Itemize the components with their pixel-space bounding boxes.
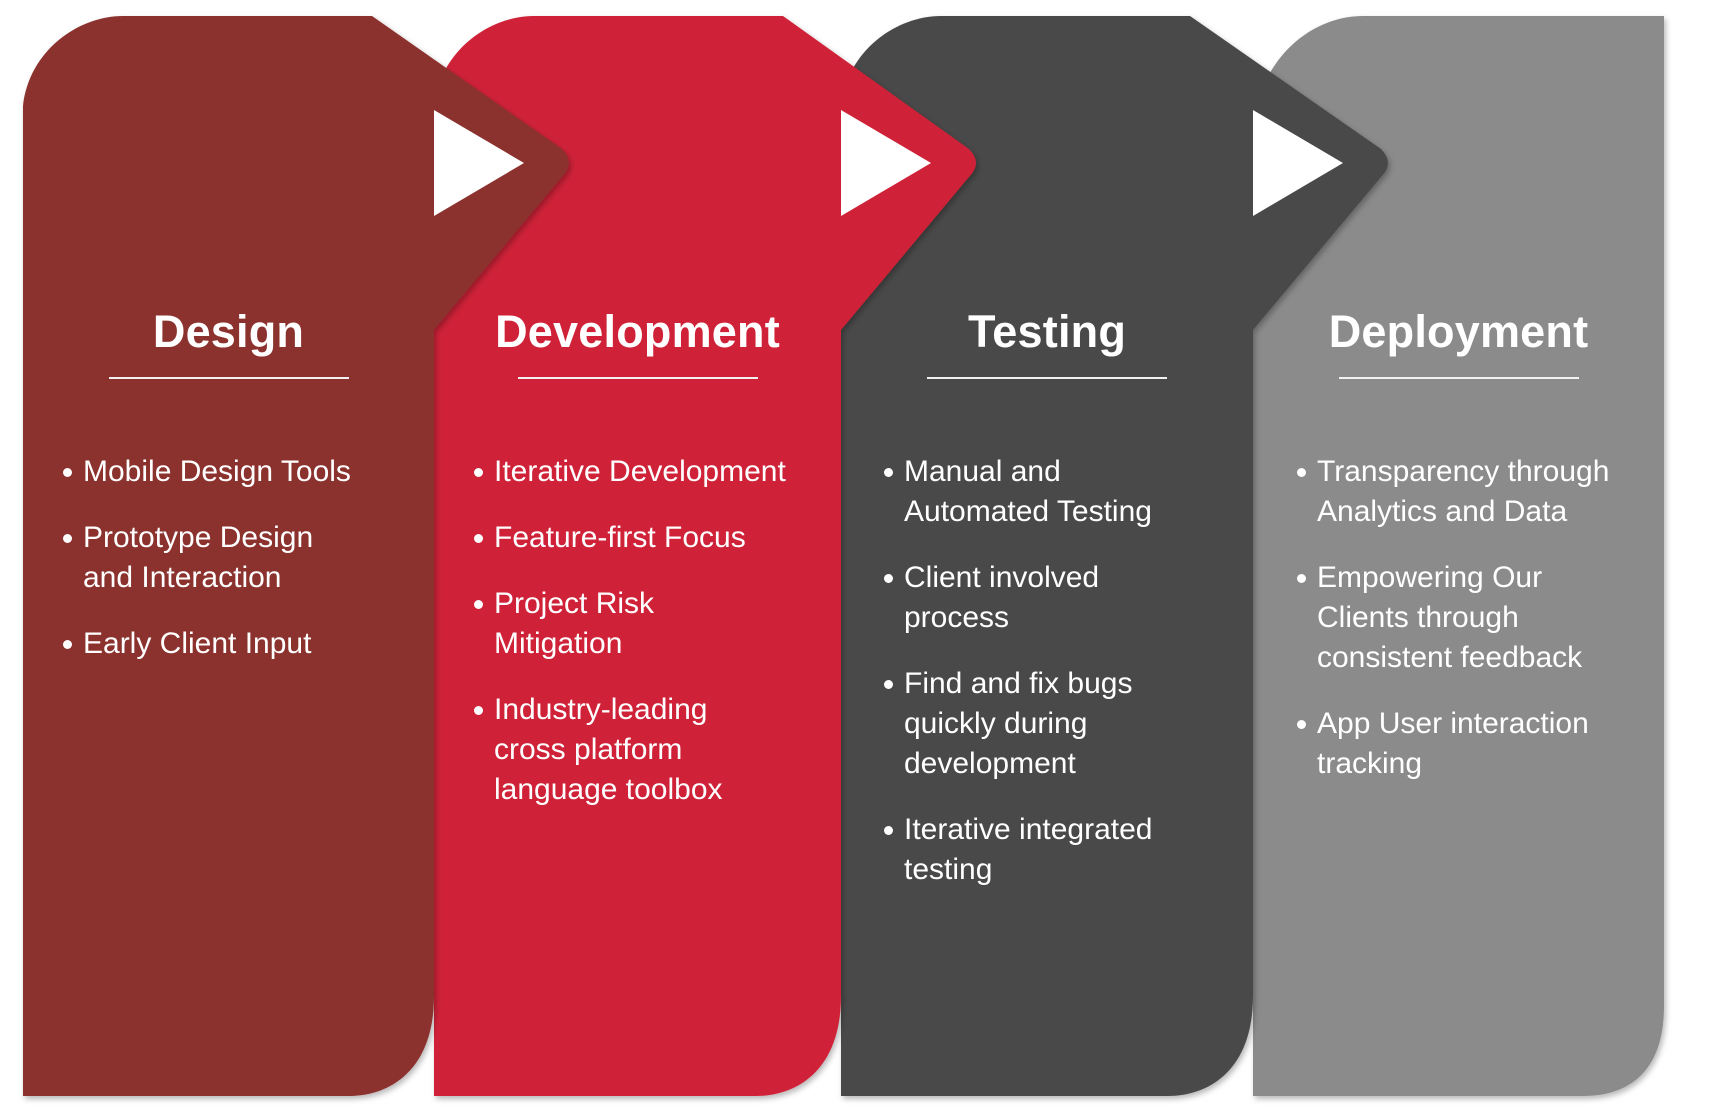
- bullet-text-line: Transparency through: [1317, 455, 1610, 488]
- title-underline: [1338, 377, 1579, 379]
- bullet-text-line: Empowering Our: [1317, 561, 1543, 594]
- bullet-item: App User interaction tracking: [1297, 704, 1609, 784]
- bullet-text-line: Prototype Design: [83, 521, 314, 554]
- bullet-dot-icon: [1297, 468, 1306, 477]
- stage-title: Design: [152, 306, 305, 357]
- stage-column-design: Design Mobile Design Tools Prototype Desig…: [23, 0, 434, 1112]
- stage-column-testing: Testing Manual and Automated Testing Client…: [841, 0, 1253, 1112]
- bullet-dot-icon: [63, 534, 72, 543]
- stage-title: Deployment: [1328, 306, 1589, 357]
- stage-column-deployment: Deployment Transparency through Analytics …: [1253, 0, 1664, 1112]
- bullet-text-line: cross platform: [494, 733, 683, 766]
- bullet-item: Mobile Design Tools: [63, 452, 351, 492]
- bullet-text-line: Find and fix bugs: [904, 667, 1133, 700]
- bullet-text-line: Iterative Development: [494, 455, 786, 488]
- bullet-text-line: consistent feedback: [1317, 641, 1583, 674]
- bullet-item: Iterative Development: [474, 452, 786, 492]
- title-underline: [927, 377, 1167, 379]
- bullet-text-line: development: [904, 747, 1076, 780]
- bullet-dot-icon: [63, 468, 72, 477]
- bullet-text-line: Clients through: [1317, 601, 1519, 634]
- bullet-text-line: Project Risk: [494, 587, 655, 620]
- stage-bullet-list: Mobile Design Tools Prototype Design and I…: [63, 452, 351, 690]
- bullet-text-line: quickly during: [904, 707, 1088, 740]
- bullet-dot-icon: [1297, 720, 1306, 729]
- bullet-text-line: Mitigation: [494, 627, 623, 660]
- bullet-dot-icon: [474, 534, 483, 543]
- bullet-dot-icon: [1297, 574, 1306, 583]
- bullet-text-line: process: [904, 601, 1010, 634]
- bullet-text-line: Early Client Input: [83, 627, 312, 660]
- title-underline: [517, 377, 758, 379]
- bullet-text-line: Automated Testing: [904, 495, 1152, 528]
- bullet-dot-icon: [884, 468, 893, 477]
- bullet-text-line: Feature-first Focus: [494, 521, 746, 554]
- bullet-item: Client involved process: [884, 558, 1152, 638]
- bullet-text-line: language toolbox: [494, 773, 723, 806]
- bullet-item: Transparency through Analytics and Data: [1297, 452, 1609, 532]
- bullet-item: Early Client Input: [63, 624, 351, 664]
- bullet-item: Manual and Automated Testing: [884, 452, 1152, 532]
- bullet-text-line: Analytics and Data: [1317, 495, 1568, 528]
- stage-title: Testing: [967, 306, 1127, 357]
- bullet-text-line: Industry-leading: [494, 693, 708, 726]
- bullet-text-line: testing: [904, 853, 993, 886]
- bullet-dot-icon: [474, 468, 483, 477]
- bullet-item: Iterative integrated testing: [884, 810, 1152, 890]
- bullet-dot-icon: [63, 640, 72, 649]
- bullet-text-line: Mobile Design Tools: [83, 455, 351, 488]
- bullet-item: Empowering Our Clients through consistent …: [1297, 558, 1609, 678]
- stage-bullet-list: Manual and Automated Testing Client involv…: [884, 452, 1152, 916]
- bullet-text-line: Manual and: [904, 455, 1061, 488]
- bullet-item: Prototype Design and Interaction: [63, 518, 351, 598]
- bullet-text-line: App User interaction: [1317, 707, 1589, 740]
- bullet-dot-icon: [474, 600, 483, 609]
- bullet-item: Industry-leading cross platform language t…: [474, 690, 786, 810]
- bullet-text-line: and Interaction: [83, 561, 282, 594]
- bullet-dot-icon: [474, 706, 483, 715]
- title-underline: [108, 377, 349, 379]
- stage-column-development: Development Iterative Development Feature-…: [434, 0, 841, 1112]
- bullet-text-line: Client involved: [904, 561, 1100, 594]
- bullet-text-line: tracking: [1317, 747, 1423, 780]
- stage-title: Development: [495, 306, 780, 357]
- bullet-item: Find and fix bugs quickly during developme…: [884, 664, 1152, 784]
- stage-bullet-list: Iterative Development Feature-first Focus…: [474, 452, 786, 836]
- bullet-dot-icon: [884, 826, 893, 835]
- stage-bullet-list: Transparency through Analytics and Data Em…: [1297, 452, 1609, 810]
- bullet-item: Feature-first Focus: [474, 518, 786, 558]
- bullet-dot-icon: [884, 680, 893, 689]
- bullet-dot-icon: [884, 574, 893, 583]
- bullet-text-line: Iterative integrated: [904, 813, 1153, 846]
- bullet-item: Project Risk Mitigation: [474, 584, 786, 664]
